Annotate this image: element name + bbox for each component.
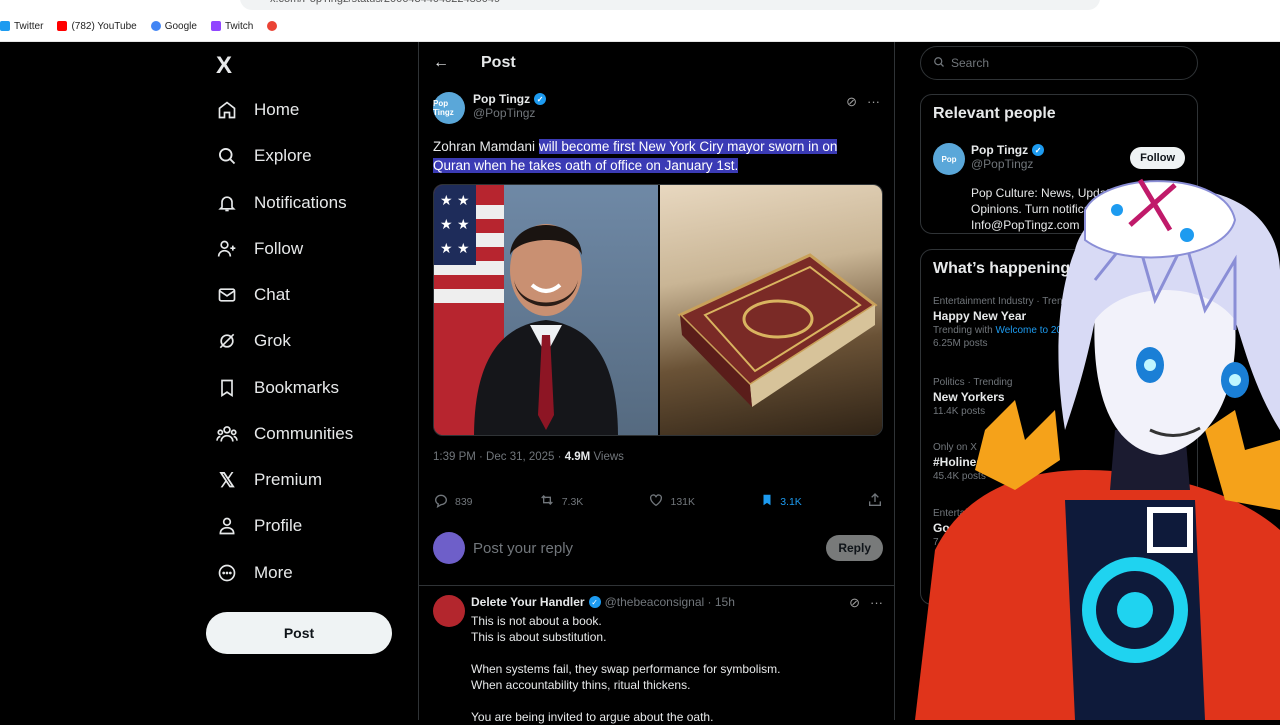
person-add-icon	[216, 238, 238, 260]
author-name[interactable]: Pop Tingz	[473, 92, 530, 106]
post-top-icons: ⊘ ···	[846, 94, 880, 110]
bookmark-google[interactable]: Google	[150, 21, 197, 32]
post-header: ← Post	[419, 42, 894, 84]
trend-item[interactable]: Politics · Trending New Yorkers 11.4K po…	[933, 377, 1173, 417]
bookmark-icon	[216, 377, 238, 399]
nav-more[interactable]: More	[216, 558, 293, 588]
more-icon[interactable]: ···	[867, 94, 880, 110]
x-logo[interactable]: X	[216, 52, 232, 80]
show-more-link[interactable]: Show more	[933, 570, 994, 584]
person-icon	[216, 515, 238, 537]
nav-notifications[interactable]: Notifications	[216, 188, 347, 218]
trend-item[interactable]: Only on X · Trending #HolinessDi 45.4K p…	[933, 442, 1173, 482]
mail-icon	[216, 284, 238, 306]
reply-composer: Post your reply Reply	[433, 532, 883, 564]
bookmarks-bar: Twitter (782) YouTube Google Twitch	[0, 17, 278, 35]
back-arrow-icon[interactable]: ←	[433, 54, 449, 72]
post-text: Zohran Mamdani will become first New Yor…	[433, 139, 838, 173]
nav-chat[interactable]: Chat	[216, 280, 290, 310]
nav-communities[interactable]: Communities	[216, 419, 353, 449]
nav-profile[interactable]: Profile	[216, 511, 302, 541]
x-icon: 𝕏	[218, 469, 236, 492]
reply-input[interactable]: Post your reply	[473, 540, 818, 557]
communities-icon	[216, 423, 238, 445]
home-icon	[216, 99, 238, 121]
panel-title: What’s happening	[933, 260, 1071, 277]
nav-follow[interactable]: Follow	[216, 234, 303, 264]
grok-icon[interactable]: ⊘	[849, 595, 860, 611]
trend-item[interactable]: Entertainment Industry · Trending Happy …	[933, 296, 1173, 349]
post-author[interactable]: Pop Tingz Pop Tingz ✓ @PopTingz	[433, 92, 547, 124]
bookmark-youtube[interactable]: (782) YouTube	[57, 21, 137, 32]
left-nav: X Home Explore Notifications Follow Chat…	[206, 42, 418, 720]
repost-icon	[538, 492, 556, 511]
browser-chrome: x.com/PopTingz/status/200643440482248504…	[0, 0, 1280, 42]
more-icon[interactable]: ···	[870, 595, 883, 611]
reply-button[interactable]: Reply	[826, 535, 883, 561]
post-actions: 839 7.3K 131K 3.1K	[433, 492, 883, 511]
nav-home[interactable]: Home	[216, 95, 299, 125]
reply-icon	[433, 492, 449, 511]
avatar[interactable]: Pop	[933, 143, 965, 175]
bookmark-filled-icon	[760, 492, 774, 511]
reply-author: Delete Your Handler ✓ @thebeaconsignal ·…	[471, 595, 735, 609]
google-icon	[267, 21, 278, 31]
person-bio: Pop Culture: News, Updates, Opinions. Tu…	[971, 186, 1136, 232]
bookmark-twitch[interactable]: Twitch	[210, 21, 253, 32]
trend-item[interactable]: Entertainment · Trending Good Th 7,673 p…	[933, 508, 1173, 548]
nav-premium[interactable]: 𝕏 Premium	[216, 465, 322, 495]
reply-action[interactable]: 839	[433, 492, 473, 511]
svg-text:★ ★: ★ ★	[440, 241, 470, 257]
panel-title: Relevant people	[933, 105, 1056, 122]
share-icon	[867, 492, 883, 511]
nav-grok[interactable]: Grok	[216, 326, 291, 356]
youtube-icon	[57, 21, 68, 31]
quran-image[interactable]	[658, 185, 882, 435]
follow-button[interactable]: Follow	[1130, 147, 1185, 169]
verified-badge-icon: ✓	[534, 93, 547, 105]
repost-action[interactable]: 7.3K	[538, 492, 583, 511]
heart-icon	[648, 492, 664, 511]
post-button[interactable]: Post	[206, 612, 392, 654]
search-input[interactable]: Search	[920, 46, 1198, 80]
grok-icon[interactable]: ⊘	[846, 94, 857, 110]
nav-explore[interactable]: Explore	[216, 141, 312, 171]
search-icon	[216, 145, 238, 167]
page-title: Post	[481, 54, 516, 71]
post-media[interactable]: ★ ★ ★ ★ ★ ★	[433, 184, 883, 436]
bookmark-twitter[interactable]: Twitter	[0, 21, 43, 32]
right-sidebar: Search Relevant people Pop Pop Tingz ✓ @P…	[920, 42, 1198, 720]
twitter-icon	[0, 21, 10, 31]
divider	[419, 585, 894, 586]
bell-icon	[216, 192, 238, 214]
avatar[interactable]: Pop Tingz	[433, 92, 465, 124]
nav-bookmarks[interactable]: Bookmarks	[216, 373, 339, 403]
relevant-people-panel: Relevant people Pop Pop Tingz ✓ @PopTingz…	[920, 94, 1198, 234]
svg-text:★ ★: ★ ★	[440, 193, 470, 209]
address-bar[interactable]: x.com/PopTingz/status/200643440482248504…	[240, 0, 1100, 10]
more-circle-icon	[216, 562, 238, 584]
google-icon	[150, 21, 161, 31]
twitch-icon	[210, 21, 221, 31]
grok-icon	[216, 330, 238, 352]
reply-text: This is not about a book. This is about …	[471, 614, 781, 724]
bookmark-google-2[interactable]	[267, 21, 278, 31]
reply-top-icons: ⊘ ···	[849, 595, 883, 611]
bookmark-action[interactable]: 3.1K	[760, 492, 802, 511]
author-handle[interactable]: @PopTingz	[473, 106, 546, 120]
like-action[interactable]: 131K	[648, 492, 695, 511]
share-action[interactable]	[867, 492, 883, 511]
verified-badge-icon: ✓	[1032, 144, 1045, 156]
whats-happening-panel: What’s happening Entertainment Industry …	[920, 249, 1198, 605]
avatar[interactable]	[433, 595, 465, 627]
search-icon	[933, 56, 945, 71]
portrait-image[interactable]: ★ ★ ★ ★ ★ ★	[434, 185, 658, 435]
post-meta: 1:39 PM · Dec 31, 2025 · 4.9M Views	[433, 451, 624, 463]
main-column: ← Post Pop Tingz Pop Tingz ✓ @PopTingz ⊘ …	[418, 42, 895, 724]
verified-badge-icon: ✓	[588, 596, 601, 608]
avatar[interactable]	[433, 532, 465, 564]
svg-text:★ ★: ★ ★	[440, 217, 470, 233]
